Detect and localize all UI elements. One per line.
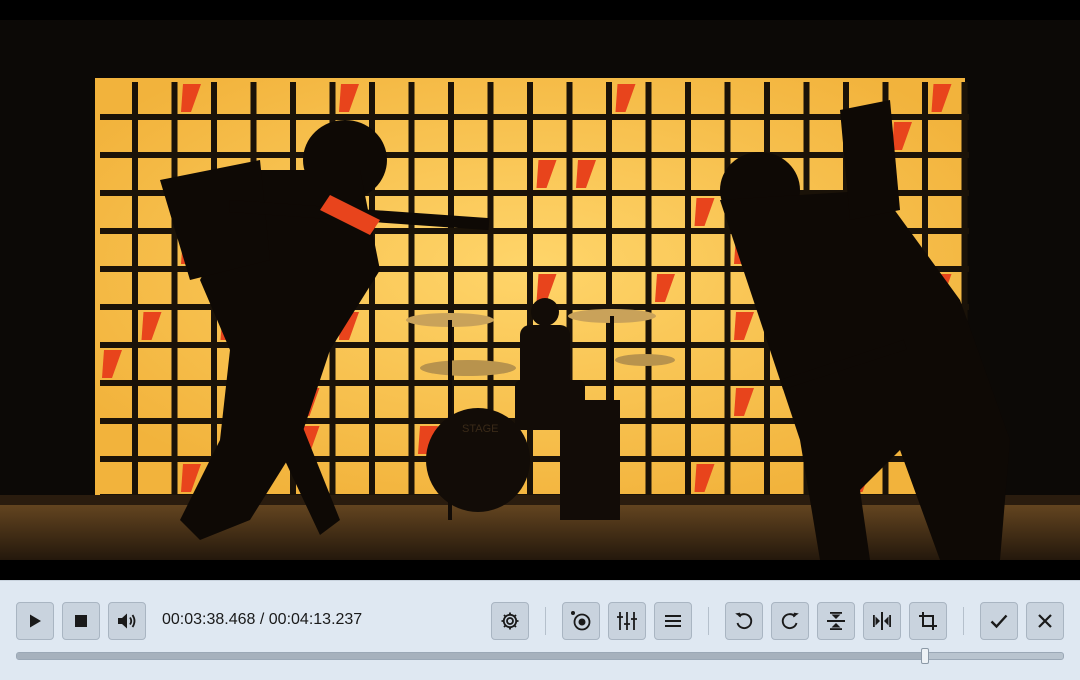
video-frame[interactable]: STAGE <box>0 20 1080 560</box>
time-separator: / <box>259 611 265 628</box>
crop-button[interactable] <box>909 602 947 640</box>
seek-bar[interactable] <box>16 652 1064 660</box>
rotate-left-icon <box>734 611 754 631</box>
stop-button[interactable] <box>62 602 100 640</box>
player-controls: 00:03:38.468 / 00:04:13.237 <box>0 580 1080 680</box>
close-icon <box>1037 613 1053 629</box>
stop-icon <box>73 613 89 629</box>
total-time: 00:04:13.237 <box>268 611 363 628</box>
flip-vertical-button[interactable] <box>817 602 855 640</box>
rotate-right-icon <box>780 611 800 631</box>
play-icon <box>27 613 43 629</box>
seek-bar-progress <box>17 653 924 659</box>
toolbar-separator <box>963 607 964 635</box>
play-button[interactable] <box>16 602 54 640</box>
flip-horizontal-button[interactable] <box>863 602 901 640</box>
rotate-right-button[interactable] <box>771 602 809 640</box>
time-display: 00:03:38.468 / 00:04:13.237 <box>162 611 362 629</box>
checkmark-icon <box>990 613 1008 629</box>
adjust-button[interactable] <box>608 602 646 640</box>
gear-icon <box>500 611 520 631</box>
crop-icon <box>918 611 938 631</box>
flip-horizontal-icon <box>872 611 892 631</box>
concert-video-image: STAGE <box>0 20 1080 560</box>
confirm-button[interactable] <box>980 602 1018 640</box>
menu-button[interactable] <box>654 602 692 640</box>
settings-button[interactable] <box>491 602 529 640</box>
seek-handle[interactable] <box>920 648 929 664</box>
drum-logo: STAGE <box>462 423 498 435</box>
speaker-icon <box>117 612 137 630</box>
flip-vertical-icon <box>826 611 846 631</box>
video-area[interactable]: STAGE <box>0 0 1080 580</box>
volume-button[interactable] <box>108 602 146 640</box>
toolbar-separator <box>545 607 546 635</box>
hamburger-icon <box>664 613 682 629</box>
current-time: 00:03:38.468 <box>162 611 256 628</box>
stage-floor <box>0 498 1080 560</box>
rotate-left-button[interactable] <box>725 602 763 640</box>
close-button[interactable] <box>1026 602 1064 640</box>
toolbar-separator <box>708 607 709 635</box>
record-button[interactable] <box>562 602 600 640</box>
sliders-icon <box>616 611 638 631</box>
record-icon <box>570 610 592 632</box>
